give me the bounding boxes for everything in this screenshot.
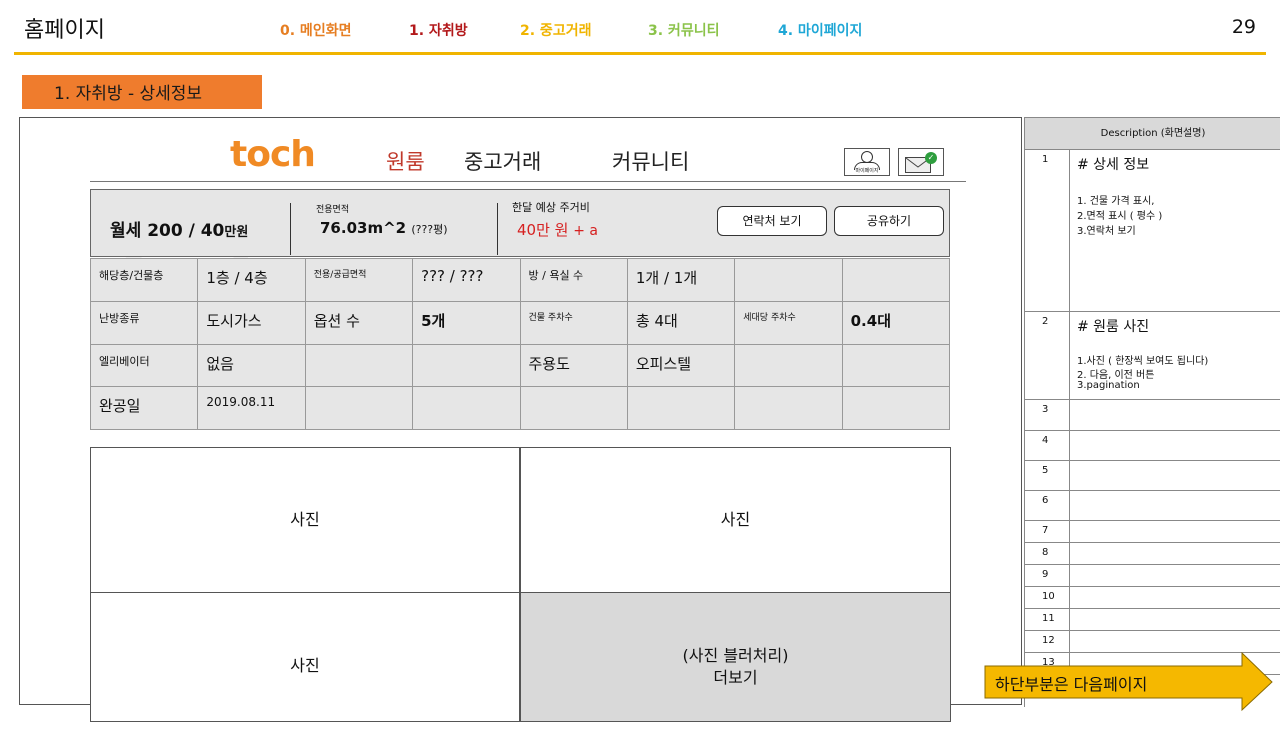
summary-separator <box>290 203 291 255</box>
top-nav-mypage[interactable]: 4. 마이페이지 <box>778 20 862 40</box>
completion-value: 2019.08.11 <box>197 386 306 430</box>
elevator-label: 엘리베이터 <box>89 343 199 388</box>
description-row-title: # 상세 정보 <box>1077 157 1150 173</box>
notification-badge-icon: ✓ <box>925 152 937 164</box>
options-value: 5개 <box>412 300 521 345</box>
area-detail-label: 전용/공급면적 <box>304 258 414 302</box>
description-row: 5 <box>1025 461 1280 491</box>
household-parking-value: 0.4대 <box>841 300 951 345</box>
elevator-value: 없음 <box>197 343 306 388</box>
description-row: 10 <box>1025 587 1280 609</box>
description-row: 11 <box>1025 609 1280 631</box>
heating-label: 난방종류 <box>89 300 199 345</box>
parking-label: 건물 주차수 <box>519 300 628 345</box>
details-table: 해당층/건물층 1층 / 4층 전용/공급면적 ??? / ??? 방 / 욕실… <box>89 258 951 430</box>
completion-label: 완공일 <box>89 386 199 430</box>
description-header: Description (화면설명) <box>1025 117 1280 150</box>
section-tag: 1. 자취방 - 상세정보 <box>22 75 262 109</box>
description-row-number: 1 <box>1025 150 1070 311</box>
next-page-note: 하단부분은 다음페이지 <box>995 675 1148 694</box>
summary-separator <box>497 203 498 255</box>
description-row: 2 # 원룸 사진 1.사진 ( 한장씩 보여도 됩니다) 2. 다음, 이전 … <box>1025 312 1280 400</box>
usage-label: 주용도 <box>519 343 628 388</box>
description-row: 6 <box>1025 491 1280 521</box>
area-label: 전용면적 <box>316 205 350 215</box>
mypage-button[interactable]: 마이페이지 <box>844 148 890 176</box>
area-detail-value: ??? / ??? <box>412 258 521 302</box>
nav-oneroom[interactable]: 원룸 <box>386 146 425 176</box>
nav-divider <box>90 181 966 182</box>
table-row: 해당층/건물층 1층 / 4층 전용/공급면적 ??? / ??? 방 / 욕실… <box>89 258 951 302</box>
top-nav-community[interactable]: 3. 커뮤니티 <box>648 20 719 40</box>
floor-value: 1층 / 4층 <box>197 258 306 302</box>
household-parking-label: 세대당 주차수 <box>734 300 843 345</box>
description-row: 3 <box>1025 400 1280 431</box>
description-line: 2.면적 표시 ( 평수 ) <box>1077 211 1163 222</box>
description-line: 1.사진 ( 한장씩 보여도 됩니다) <box>1077 356 1209 367</box>
message-button[interactable]: ✓ <box>898 148 944 176</box>
description-row: 9 <box>1025 565 1280 587</box>
description-panel: Description (화면설명) 1 # 상세 정보 1. 건물 가격 표시… <box>1024 117 1280 707</box>
table-row: 난방종류 도시가스 옵션 수 5개 건물 주차수 총 4대 세대당 주차수 0.… <box>89 300 951 345</box>
nav-used-trade[interactable]: 중고거래 <box>464 146 541 176</box>
options-label: 옵션 수 <box>304 300 414 345</box>
description-row-number: 2 <box>1025 312 1070 399</box>
header-divider <box>14 52 1266 55</box>
rooms-label: 방 / 욕실 수 <box>519 258 628 302</box>
share-button[interactable]: 공유하기 <box>834 206 944 236</box>
more-photos-label: 더보기 <box>713 668 758 687</box>
description-row: 4 <box>1025 431 1280 461</box>
description-row: 8 <box>1025 543 1280 565</box>
area-value: 76.03m^2 (???평) <box>320 219 448 237</box>
description-row: 12 <box>1025 631 1280 653</box>
photo-tile[interactable]: 사진 <box>520 447 951 593</box>
heating-value: 도시가스 <box>197 300 306 345</box>
description-line: 2. 다음, 이전 버튼 <box>1077 370 1155 381</box>
slide-title: 홈페이지 <box>24 18 105 43</box>
page-number: 29 <box>1231 16 1256 38</box>
description-row: 1 # 상세 정보 1. 건물 가격 표시, 2.면적 표시 ( 평수 ) 3.… <box>1025 150 1280 312</box>
nav-community[interactable]: 커뮤니티 <box>612 146 689 176</box>
description-line: 3.연락처 보기 <box>1077 226 1136 237</box>
mypage-label: 마이페이지 <box>855 168 879 174</box>
rooms-value: 1개 / 1개 <box>626 258 736 302</box>
photo-tile[interactable]: 사진 <box>90 592 520 722</box>
site-logo[interactable]: toch <box>230 134 316 175</box>
monthly-cost-label: 한달 예상 주거비 <box>512 201 590 214</box>
top-nav-used[interactable]: 2. 중고거래 <box>520 20 591 40</box>
description-row-title: # 원룸 사진 <box>1077 319 1150 335</box>
parking-value: 총 4대 <box>626 300 736 345</box>
table-row: 엘리베이터 없음 주용도 오피스텔 <box>89 343 951 388</box>
more-photos-button[interactable]: (사진 블러처리) 더보기 <box>520 592 951 722</box>
more-photos-blur-label: (사진 블러처리) <box>682 646 789 665</box>
floor-label: 해당층/건물층 <box>89 258 199 302</box>
description-line: 1. 건물 가격 표시, <box>1077 196 1155 207</box>
monthly-cost-value: 40만 원 + a <box>517 221 599 239</box>
usage-value: 오피스텔 <box>626 343 736 388</box>
table-row: 완공일 2019.08.11 <box>89 386 951 430</box>
top-nav-room[interactable]: 1. 자취방 <box>409 20 468 40</box>
top-nav-main[interactable]: 0. 메인화면 <box>280 20 351 40</box>
description-row: 7 <box>1025 521 1280 543</box>
description-line: 3.pagination <box>1077 380 1140 391</box>
monthly-price: 월세 200 / 40만원 <box>110 221 249 241</box>
photo-tile[interactable]: 사진 <box>90 447 520 593</box>
view-contact-button[interactable]: 연락처 보기 <box>717 206 827 236</box>
